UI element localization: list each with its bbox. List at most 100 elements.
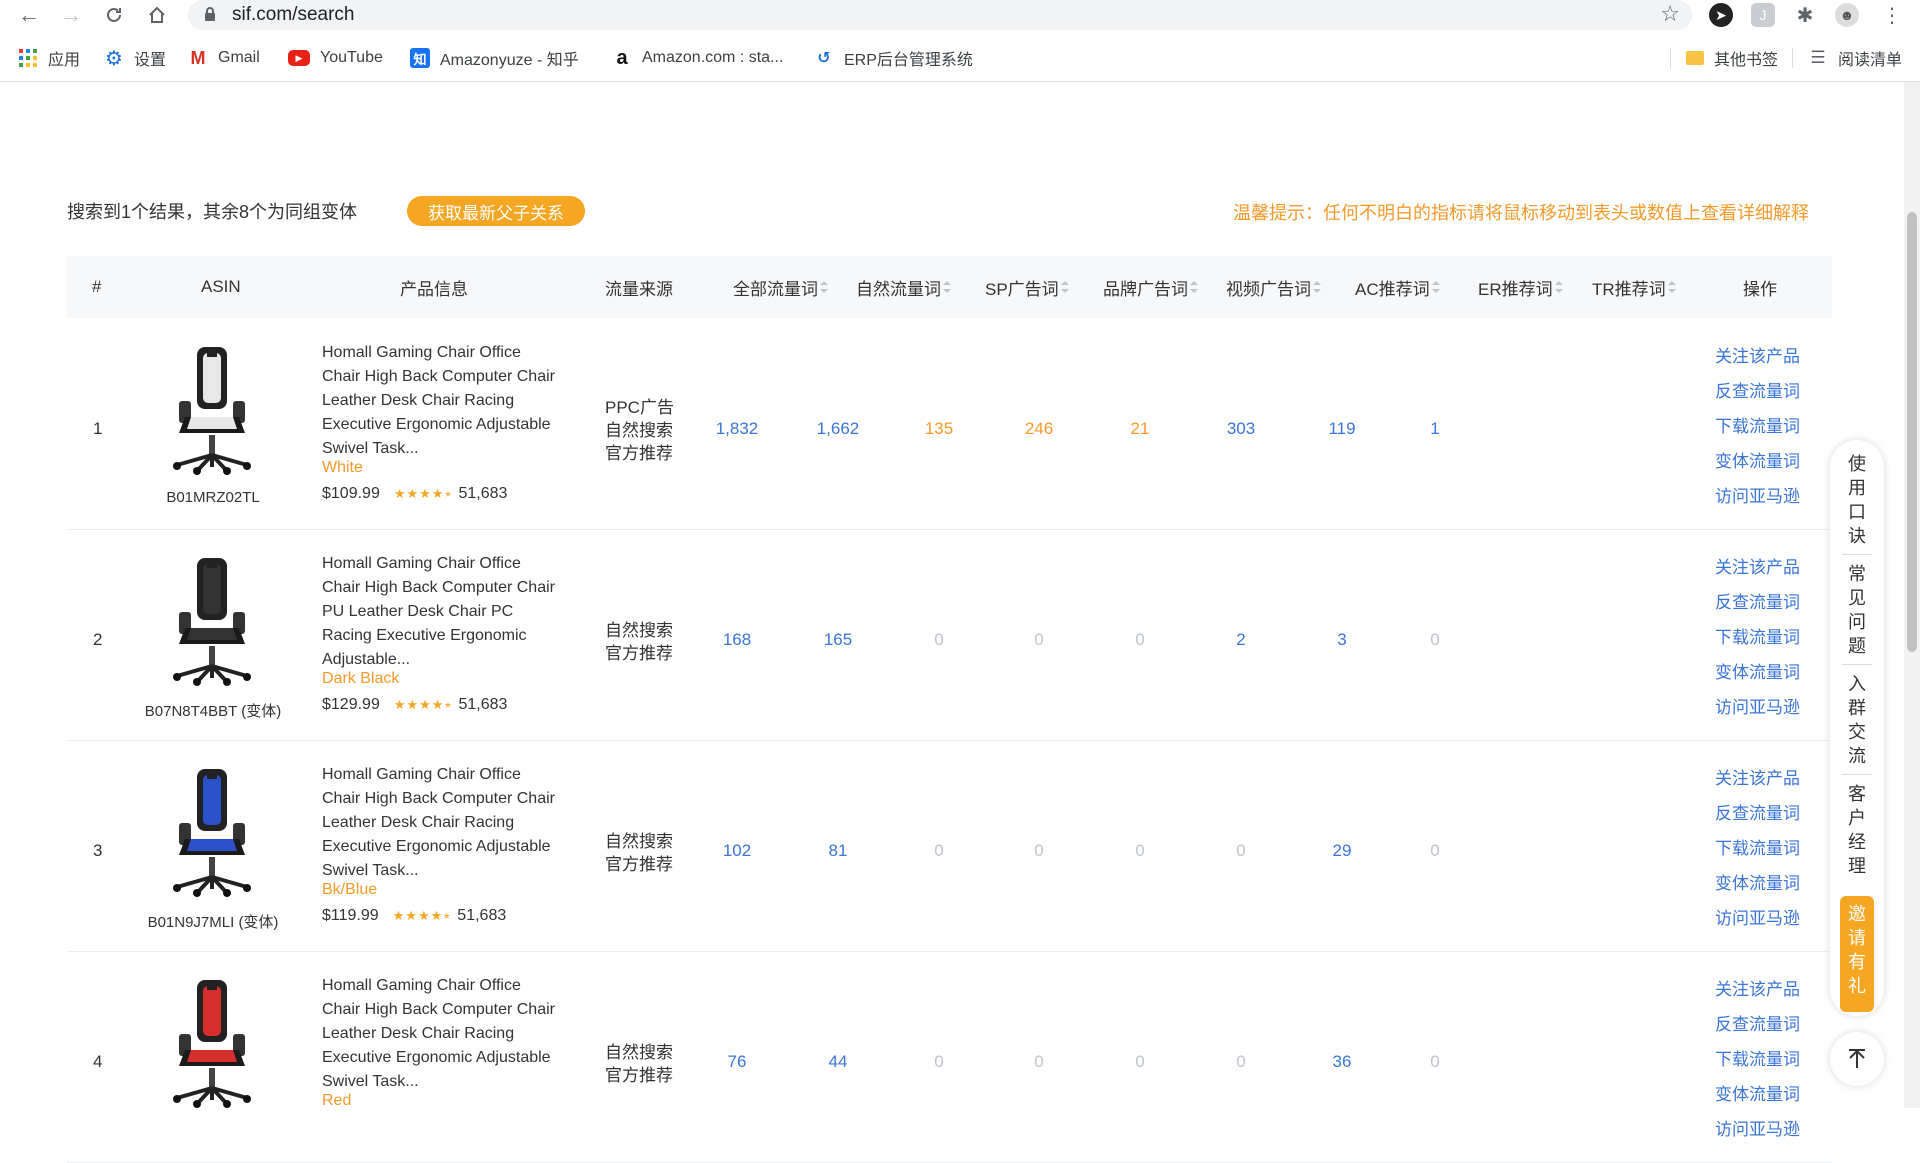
sort-icon[interactable]: [1190, 280, 1198, 294]
bookmark-gmail[interactable]: M Gmail: [188, 44, 260, 72]
bookmark-zhihu[interactable]: 知 Amazonyuze - 知乎: [410, 44, 579, 72]
keyword-count[interactable]: 303: [1201, 419, 1281, 439]
action-link[interactable]: 反查流量词: [1715, 796, 1825, 831]
product-image[interactable]: [167, 343, 257, 475]
account-manager-link[interactable]: 客户经理: [1830, 782, 1884, 878]
address-bar[interactable]: sif.com/search ☆: [188, 0, 1692, 30]
product-image[interactable]: [167, 765, 257, 897]
bookmark-apps[interactable]: 应用: [18, 44, 80, 72]
keyword-count[interactable]: 119: [1302, 419, 1382, 439]
action-link[interactable]: 访问亚马逊: [1715, 690, 1825, 725]
action-link[interactable]: 下载流量词: [1715, 1042, 1825, 1077]
fetch-parent-child-button[interactable]: 获取最新父子关系: [407, 196, 585, 226]
header-brand-keywords[interactable]: 品牌广告词: [1103, 256, 1198, 318]
back-arrow-icon[interactable]: ←: [16, 2, 42, 28]
action-link[interactable]: 反查流量词: [1715, 374, 1825, 409]
bookmark-erp[interactable]: ↺ ERP后台管理系统: [814, 44, 973, 72]
sort-icon[interactable]: [1313, 280, 1321, 294]
help-tips-link[interactable]: 使用口诀: [1830, 452, 1884, 548]
header-all-keywords[interactable]: 全部流量词: [733, 256, 828, 318]
keyword-count[interactable]: 21: [1100, 419, 1180, 439]
keyword-count[interactable]: 168: [697, 630, 777, 650]
header-ac-keywords[interactable]: AC推荐词: [1355, 256, 1440, 318]
header-organic-keywords[interactable]: 自然流量词: [856, 256, 951, 318]
action-link[interactable]: 变体流量词: [1715, 1077, 1825, 1112]
keyword-count[interactable]: 135: [899, 419, 979, 439]
bookmark-youtube[interactable]: ▶ YouTube: [288, 44, 383, 72]
tip-text: 温馨提示：任何不明白的指标请将鼠标移动到表头或数值上查看详细解释: [1233, 203, 1809, 223]
keyword-count[interactable]: 1,662: [798, 419, 878, 439]
asin-text[interactable]: B01N9J7MLI (变体): [118, 911, 308, 932]
action-link[interactable]: 关注该产品: [1715, 550, 1825, 585]
header-er-keywords[interactable]: ER推荐词: [1478, 256, 1563, 318]
invite-reward-button[interactable]: 邀请有礼: [1840, 896, 1874, 1012]
bookmark-amazon[interactable]: a Amazon.com : sta...: [612, 44, 783, 72]
keyword-count: 0: [1236, 841, 1246, 860]
product-title[interactable]: Homall Gaming Chair Office Chair High Ba…: [322, 341, 562, 461]
keyword-count[interactable]: 76: [697, 1052, 777, 1072]
asin-text[interactable]: B01MRZ02TL: [118, 489, 308, 506]
keyword-count[interactable]: 102: [697, 841, 777, 861]
traffic-source: 自然搜索 官方推荐: [605, 619, 705, 665]
header-label: ER推荐词: [1478, 279, 1553, 299]
reading-list[interactable]: ☰ 阅读清单: [1808, 44, 1902, 72]
product-title[interactable]: Homall Gaming Chair Office Chair High Ba…: [322, 763, 562, 883]
keyword-count[interactable]: 29: [1302, 841, 1382, 861]
extension-js-icon[interactable]: J: [1751, 3, 1775, 27]
keyword-count[interactable]: 246: [999, 419, 1079, 439]
keyword-count[interactable]: 1: [1395, 419, 1475, 439]
sort-icon[interactable]: [943, 280, 951, 294]
action-link[interactable]: 变体流量词: [1715, 444, 1825, 479]
keyword-count[interactable]: 3: [1302, 630, 1382, 650]
reload-icon[interactable]: [101, 2, 127, 28]
page-scrollbar[interactable]: [1904, 82, 1920, 1108]
keyword-count[interactable]: 36: [1302, 1052, 1382, 1072]
keyword-count[interactable]: 81: [798, 841, 878, 861]
product-title[interactable]: Homall Gaming Chair Office Chair High Ba…: [322, 974, 562, 1094]
asin-text[interactable]: B07N8T4BBT (变体): [118, 700, 308, 721]
forward-arrow-icon[interactable]: →: [58, 2, 84, 28]
action-link[interactable]: 下载流量词: [1715, 831, 1825, 866]
sort-icon[interactable]: [1667, 280, 1676, 294]
bookmark-other-folder[interactable]: 其他书签: [1686, 44, 1778, 72]
puzzle-extensions-icon[interactable]: ✱: [1793, 3, 1817, 27]
action-link[interactable]: 反查流量词: [1715, 1007, 1825, 1042]
join-group-link[interactable]: 入群交流: [1830, 672, 1884, 768]
sort-icon[interactable]: [820, 280, 828, 294]
product-image[interactable]: [167, 554, 257, 686]
action-link[interactable]: 访问亚马逊: [1715, 1112, 1825, 1147]
action-link[interactable]: 访问亚马逊: [1715, 901, 1825, 936]
keyword-count[interactable]: 2: [1201, 630, 1281, 650]
sort-icon[interactable]: [1060, 280, 1069, 294]
action-link[interactable]: 下载流量词: [1715, 409, 1825, 444]
url-text[interactable]: sif.com/search: [232, 4, 354, 26]
menu-kebab-icon[interactable]: ⋮: [1880, 3, 1904, 27]
product-image[interactable]: [167, 976, 257, 1108]
profile-avatar-icon[interactable]: ☻: [1835, 3, 1859, 27]
action-link[interactable]: 关注该产品: [1715, 761, 1825, 796]
action-link[interactable]: 关注该产品: [1715, 972, 1825, 1007]
keyword-count[interactable]: 44: [798, 1052, 878, 1072]
header-video-keywords[interactable]: 视频广告词: [1226, 256, 1321, 318]
action-link[interactable]: 下载流量词: [1715, 620, 1825, 655]
header-tr-keywords[interactable]: TR推荐词: [1592, 256, 1676, 318]
bookmark-settings[interactable]: ⚙ 设置: [104, 44, 166, 72]
faq-link[interactable]: 常见问题: [1830, 562, 1884, 658]
home-icon[interactable]: [144, 2, 170, 28]
scrollbar-thumb[interactable]: [1907, 212, 1917, 652]
sort-icon[interactable]: [1554, 280, 1563, 294]
keyword-count: 0: [1135, 1052, 1145, 1071]
action-link[interactable]: 变体流量词: [1715, 655, 1825, 690]
back-to-top-button[interactable]: [1830, 1032, 1884, 1086]
action-link[interactable]: 访问亚马逊: [1715, 479, 1825, 514]
sort-icon[interactable]: [1431, 280, 1440, 294]
keyword-count[interactable]: 1,832: [697, 419, 777, 439]
bookmark-star-icon[interactable]: ☆: [1660, 1, 1680, 27]
action-link[interactable]: 关注该产品: [1715, 339, 1825, 374]
action-link[interactable]: 变体流量词: [1715, 866, 1825, 901]
keyword-count[interactable]: 165: [798, 630, 878, 650]
product-title[interactable]: Homall Gaming Chair Office Chair High Ba…: [322, 552, 562, 672]
extension-rocket-icon[interactable]: ➤: [1709, 3, 1733, 27]
header-sp-keywords[interactable]: SP广告词: [985, 256, 1069, 318]
action-link[interactable]: 反查流量词: [1715, 585, 1825, 620]
